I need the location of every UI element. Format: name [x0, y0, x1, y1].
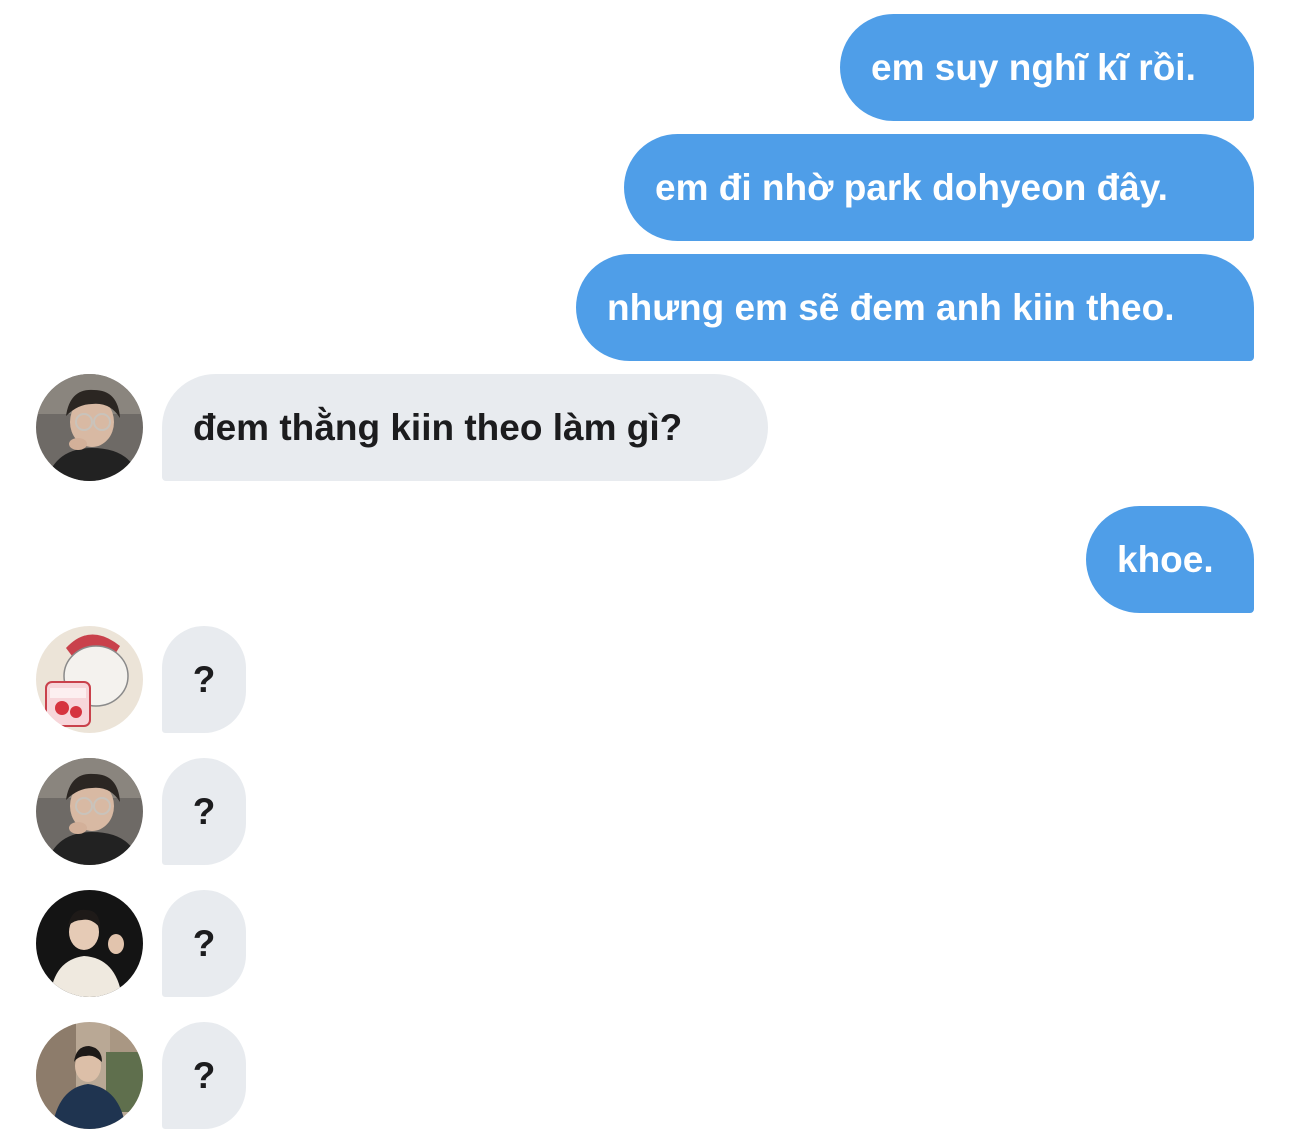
outgoing-message-bubble[interactable]: em đi nhờ park dohyeon đây. [624, 134, 1254, 241]
incoming-message-bubble[interactable]: ? [162, 1022, 246, 1129]
incoming-message-bubble[interactable]: ? [162, 626, 246, 733]
avatar-boy-glasses[interactable] [36, 758, 143, 865]
avatar-cartoon-bear-icecream[interactable] [36, 626, 143, 733]
outgoing-message-bubble[interactable]: khoe. [1086, 506, 1254, 613]
avatar-boy-glasses-image [36, 758, 143, 865]
avatar-man-white-shirt-image [36, 890, 143, 997]
outgoing-message-bubble[interactable]: nhưng em sẽ đem anh kiin theo. [576, 254, 1254, 361]
outgoing-message-bubble[interactable]: em suy nghĩ kĩ rồi. [840, 14, 1254, 121]
avatar-boy-glasses-image [36, 374, 143, 481]
avatar-man-street-image [36, 1022, 143, 1129]
avatar-cartoon-bear-icecream-image [36, 626, 143, 733]
avatar-boy-glasses[interactable] [36, 374, 143, 481]
avatar-man-street[interactable] [36, 1022, 143, 1129]
avatar-man-white-shirt[interactable] [36, 890, 143, 997]
incoming-message-bubble[interactable]: đem thằng kiin theo làm gì? [162, 374, 768, 481]
incoming-message-bubble[interactable]: ? [162, 890, 246, 997]
incoming-message-bubble[interactable]: ? [162, 758, 246, 865]
